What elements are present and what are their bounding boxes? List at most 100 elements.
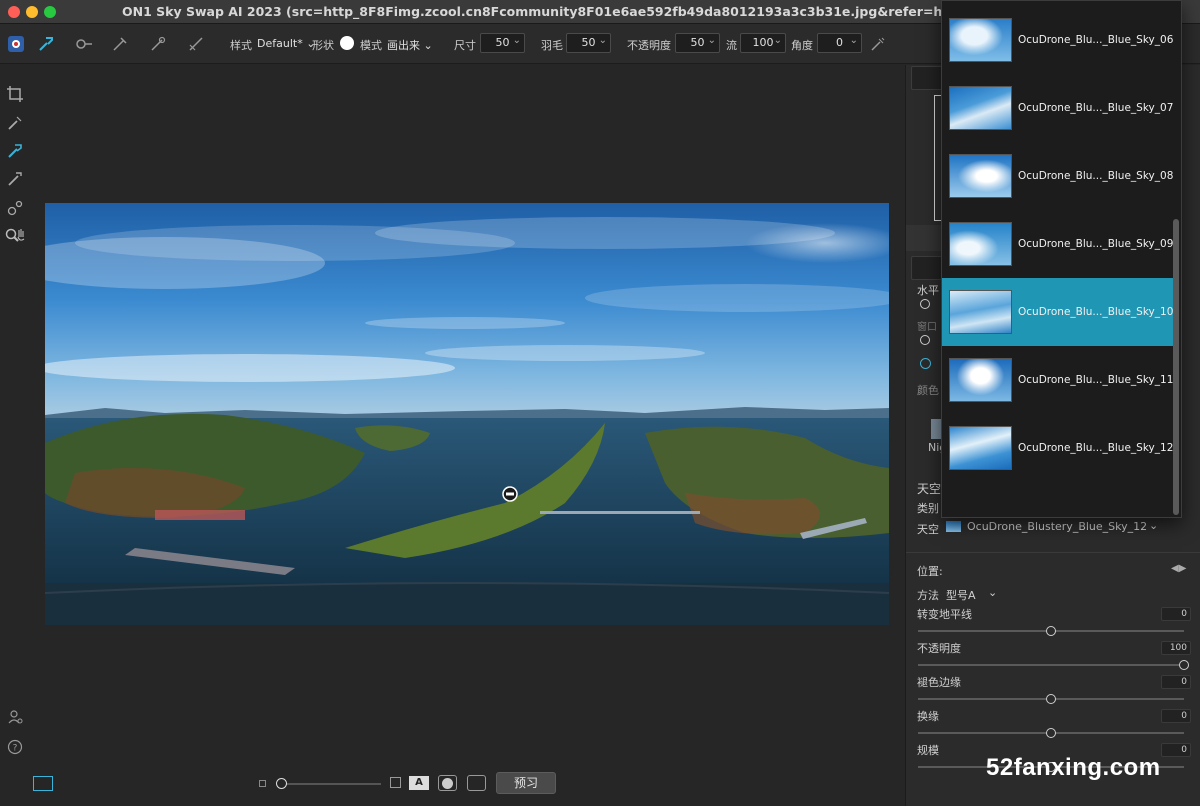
zoom-hand-icon[interactable] <box>4 225 26 247</box>
shape-circle-button[interactable] <box>340 36 354 50</box>
sky-preset-thumbnail <box>949 154 1012 198</box>
show-labels-button[interactable]: A <box>409 776 429 790</box>
crop-icon[interactable] <box>4 83 26 105</box>
slider-value-field[interactable]: 100 <box>1161 641 1191 655</box>
angle-field[interactable]: 0 ⌄ <box>817 33 862 53</box>
sky-preset-dropdown: OcuDrone_Blu..._Blue_Sky_06 OcuDrone_Blu.… <box>941 0 1182 518</box>
sky-preset-item[interactable]: OcuDrone_Blu..._Blue_Sky_09 <box>942 210 1174 278</box>
chevron-down-icon: ⌄ <box>512 35 521 46</box>
slider-knob[interactable] <box>1046 694 1056 704</box>
category-label: 类别 <box>917 502 939 515</box>
app-logo-icon[interactable] <box>6 34 26 54</box>
compare-icon[interactable] <box>467 775 486 791</box>
size-value: 50 <box>495 36 510 49</box>
bottom-bar: A <box>0 766 905 806</box>
section-divider <box>906 552 1200 553</box>
method-dropdown[interactable]: 型号A ⌄ <box>946 586 1006 603</box>
sky-preset-item[interactable]: OcuDrone_Blu..._Blue_Sky_07 <box>942 74 1174 142</box>
mode-dropdown[interactable]: 画出来 ⌄ <box>387 37 433 53</box>
angle-value: 0 <box>836 36 843 49</box>
help-icon[interactable]: ? <box>4 736 26 758</box>
opacity-field[interactable]: 50 ⌄ <box>675 33 720 53</box>
user-account-icon[interactable] <box>4 706 26 728</box>
sky-select-dropdown[interactable]: OcuDrone_Blustery_Blue_Sky_12 ⌄ <box>946 519 1158 535</box>
feather-label: 羽毛 <box>541 39 563 52</box>
zoom-slider-knob[interactable] <box>276 778 287 789</box>
feather-field[interactable]: 50 ⌄ <box>566 33 611 53</box>
slider-track[interactable] <box>918 664 1184 666</box>
eraser-brush-icon[interactable] <box>148 34 168 54</box>
sky-preset-label: OcuDrone_Blu..._Blue_Sky_12 <box>1018 442 1174 454</box>
angle-label: 角度 <box>791 39 813 52</box>
sky-preset-thumbnail <box>949 290 1012 334</box>
refine-tool-icon[interactable] <box>4 112 26 134</box>
slider-value-field[interactable]: 0 <box>1161 607 1191 621</box>
sky-preset-label: OcuDrone_Blu..._Blue_Sky_06 <box>1018 34 1174 46</box>
zoom-small-icon[interactable] <box>259 780 266 787</box>
position-label: 位置: <box>917 565 943 578</box>
a-label: A <box>415 777 423 788</box>
sky-preset-thumbnail <box>949 426 1012 470</box>
close-window-button[interactable] <box>8 6 20 18</box>
mode-label: 模式 <box>360 39 382 52</box>
zoom-slider[interactable] <box>281 783 381 785</box>
perfect-brush-icon[interactable] <box>110 34 130 54</box>
flow-field[interactable]: 100 ⌄ <box>740 33 786 53</box>
preview-button[interactable]: 预习 <box>496 772 556 794</box>
minimize-window-button[interactable] <box>26 6 38 18</box>
sky-preset-label: OcuDrone_Blu..._Blue_Sky_08 <box>1018 170 1174 182</box>
sky-preset-item[interactable]: OcuDrone_Blu..._Blue_Sky_08 <box>942 142 1174 210</box>
mask-brush-icon[interactable] <box>4 140 26 162</box>
brush-settings-icon[interactable] <box>74 34 94 54</box>
slider-label: 转变地平线 <box>917 608 972 621</box>
sky-preset-label: OcuDrone_Blu..._Blue_Sky_09 <box>1018 238 1174 250</box>
sky-preset-item[interactable]: OcuDrone_Blu..._Blue_Sky_06 <box>942 6 1174 74</box>
chevron-down-icon: ⌄ <box>773 35 782 46</box>
sky-preset-label: OcuDrone_Blu..._Blue_Sky_07 <box>1018 102 1174 114</box>
zoom-window-button[interactable] <box>44 6 56 18</box>
window-slider-knob[interactable] <box>920 335 930 345</box>
refine-brush-icon[interactable] <box>36 34 56 54</box>
size-label: 尺寸 <box>454 39 476 52</box>
slider-knob[interactable] <box>1046 626 1056 636</box>
radio-option-icon[interactable] <box>920 358 931 369</box>
pen-pressure-icon[interactable] <box>868 34 888 54</box>
zoom-large-icon[interactable] <box>390 777 401 788</box>
shape-label: 形状 <box>312 39 334 52</box>
gradient-tool-icon[interactable] <box>186 34 206 54</box>
chevron-down-icon: ⌄ <box>423 39 433 52</box>
dropdown-scrollbar[interactable] <box>1173 219 1179 515</box>
flow-value: 100 <box>752 36 774 49</box>
slider-label: 褪色边缘 <box>917 676 961 689</box>
mode-value: 画出来 <box>387 39 420 52</box>
slider-value-field[interactable]: 0 <box>1161 709 1191 723</box>
view-mode-icon[interactable] <box>33 776 53 791</box>
watermark-text: 52fanxing.com <box>986 754 1161 781</box>
horizontal-slider-knob[interactable] <box>920 299 930 309</box>
masking-bug-icon[interactable] <box>4 168 26 190</box>
sky-preset-item[interactable]: OcuDrone_Blu..._Blue_Sky_11 <box>942 346 1174 414</box>
method-label: 方法 <box>917 589 939 602</box>
panel-section-bar <box>906 225 942 251</box>
slider-knob[interactable] <box>1179 660 1189 670</box>
retouch-tool-icon[interactable] <box>4 197 26 219</box>
mask-view-icon[interactable] <box>438 775 457 791</box>
sky-preset-item[interactable]: OcuDrone_Blu..._Blue_Sky_12 <box>942 414 1174 482</box>
sky-section-title: 天空 <box>917 482 942 496</box>
slider-value-field[interactable]: 0 <box>1161 743 1191 757</box>
style-label: 样式 <box>230 39 252 52</box>
svg-text:?: ? <box>13 744 18 754</box>
sky-preset-item[interactable]: OcuDrone_Blu..._Blue_Sky_10 <box>942 278 1174 346</box>
size-field[interactable]: 50 ⌄ <box>480 33 525 53</box>
sky-select-value: OcuDrone_Blustery_Blue_Sky_12 <box>967 520 1148 533</box>
window-label: 窗口 <box>917 322 937 333</box>
collapse-arrows-icon[interactable]: ◀▶ <box>1171 563 1186 574</box>
style-dropdown[interactable]: Default* ⌄ <box>257 37 315 50</box>
slider-knob[interactable] <box>1046 728 1056 738</box>
slider-value-field[interactable]: 0 <box>1161 675 1191 689</box>
color-label: 颜色 <box>917 384 939 397</box>
panorama-photo[interactable] <box>45 203 889 625</box>
horizontal-label: 水平 <box>917 284 939 297</box>
chevron-down-icon: ⌄ <box>988 586 998 599</box>
sky-preset-thumbnail <box>949 222 1012 266</box>
